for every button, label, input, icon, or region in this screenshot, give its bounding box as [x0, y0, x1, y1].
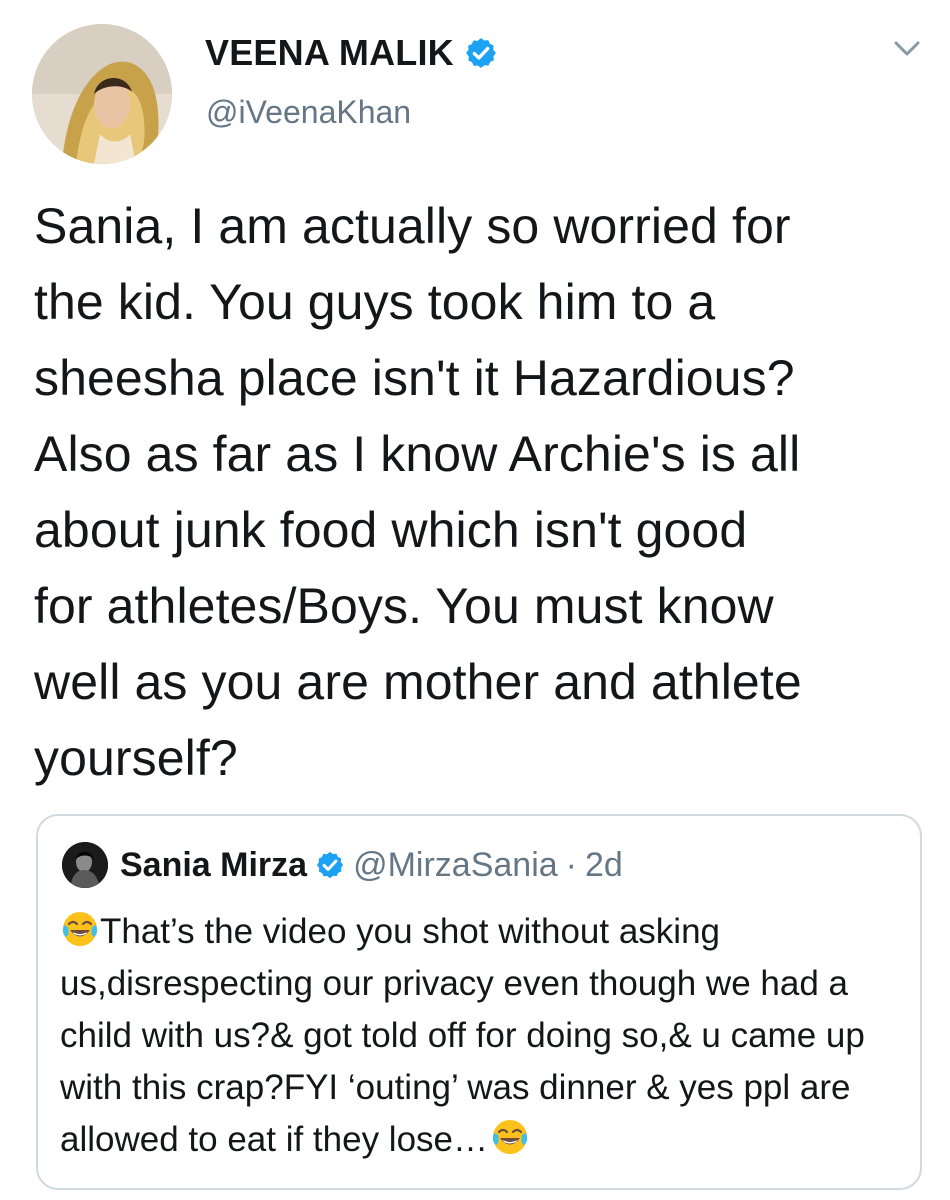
- quoted-separator: ·: [565, 845, 577, 884]
- quoted-author-avatar: [62, 842, 108, 888]
- chevron-down-icon[interactable]: [892, 36, 922, 62]
- quoted-author-handle[interactable]: @MirzaSania: [353, 846, 558, 885]
- quoted-tweet-body: That’s the video you shot without asking…: [60, 906, 910, 1166]
- face-with-tears-of-joy-icon: [62, 912, 98, 946]
- author-handle[interactable]: @iVeenaKhan: [206, 94, 411, 131]
- verified-badge-icon: [466, 38, 496, 68]
- author-avatar[interactable]: [32, 24, 172, 164]
- quoted-tweet-text: That’s the video you shot without asking…: [60, 912, 865, 1159]
- quoted-tweet-card[interactable]: Sania Mirza @MirzaSania · 2d That’s the …: [36, 814, 922, 1190]
- quoted-author-avatar-image: [62, 842, 108, 888]
- author-avatar-image: [32, 24, 172, 164]
- tweet: VEENA MALIK @iVeenaKhan Sania, I am actu…: [0, 0, 950, 1200]
- tweet-text: Sania, I am actually so worried for the …: [34, 198, 802, 786]
- quoted-author-name[interactable]: Sania Mirza: [120, 846, 307, 885]
- face-with-tears-of-joy-icon-trailing: [492, 1120, 528, 1154]
- quoted-verified-badge-icon: [316, 851, 344, 879]
- quoted-tweet-header: Sania Mirza @MirzaSania · 2d: [62, 840, 623, 890]
- author-name-row: VEENA MALIK: [205, 28, 498, 78]
- quoted-timestamp[interactable]: 2d: [585, 846, 623, 885]
- author-name[interactable]: VEENA MALIK: [205, 32, 454, 74]
